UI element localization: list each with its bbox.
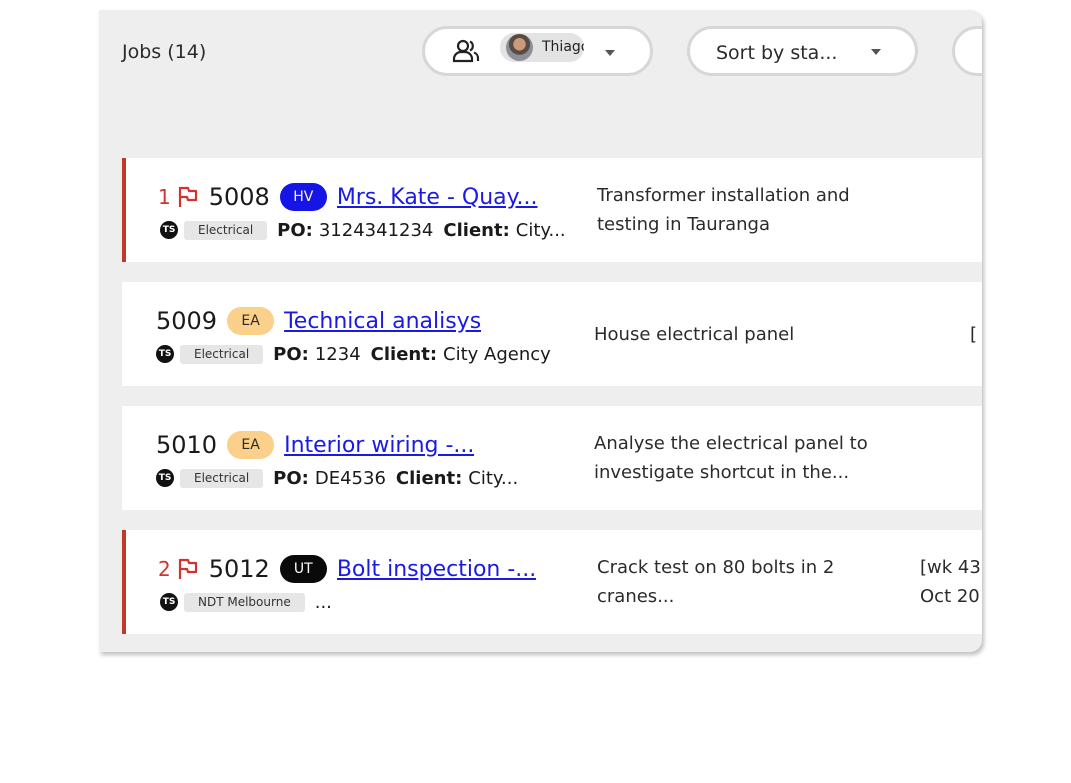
job-description: Analyse the electrical panel to investig… bbox=[594, 429, 868, 487]
job-title-link[interactable]: Interior wiring -... bbox=[284, 433, 474, 458]
description-line: testing in Tauranga bbox=[597, 214, 771, 235]
job-row[interactable]: 1 5008 HV Mrs. Kate - Quay... TS Electri… bbox=[122, 158, 982, 262]
description-line: Transformer installation and bbox=[597, 185, 850, 206]
extra-filter[interactable] bbox=[952, 26, 982, 76]
assignee-chip[interactable]: Thiago bbox=[500, 33, 584, 62]
chevron-down-icon bbox=[871, 49, 881, 55]
job-number: 5009 bbox=[156, 307, 218, 335]
client-value: City... bbox=[468, 467, 519, 489]
po-value: 1234 bbox=[314, 343, 361, 365]
description-line: investigate shortcut in the... bbox=[594, 462, 850, 483]
chevron-down-icon bbox=[605, 50, 615, 56]
client-value: City Agency bbox=[443, 343, 551, 365]
job-description: Crack test on 80 bolts in 2 cranes... bbox=[597, 553, 834, 611]
assignee-avatar: TS bbox=[160, 221, 178, 239]
assignee-avatar: TS bbox=[156, 345, 174, 363]
more-ellipsis: ... bbox=[314, 591, 332, 613]
users-icon bbox=[452, 39, 480, 63]
sort-label: Sort by sta... bbox=[716, 42, 838, 64]
category-tag: Electrical bbox=[184, 220, 268, 240]
date-line: Oct 20 bbox=[920, 586, 980, 607]
sort-dropdown[interactable]: Sort by sta... bbox=[687, 26, 918, 76]
job-type-badge: UT bbox=[279, 555, 327, 583]
assignee-avatar: TS bbox=[160, 593, 178, 611]
job-date: [wk 43 Oct 20 bbox=[920, 553, 981, 611]
job-description: Transformer installation and testing in … bbox=[597, 181, 850, 239]
job-number: 5012 bbox=[208, 555, 270, 583]
category-tag: Electrical bbox=[180, 344, 264, 364]
job-date: [ bbox=[970, 324, 978, 345]
client-value: City... bbox=[515, 219, 566, 241]
category-tag: Electrical bbox=[180, 468, 264, 488]
job-title-link[interactable]: Bolt inspection -... bbox=[337, 557, 536, 582]
assignee-avatar: TS bbox=[156, 469, 174, 487]
job-type-badge: HV bbox=[279, 183, 327, 211]
description-line: Analyse the electrical panel to bbox=[594, 433, 868, 454]
flag-icon bbox=[178, 558, 197, 579]
job-row[interactable]: 5010 EA Interior wiring -... TS Electric… bbox=[122, 406, 982, 510]
job-type-badge: EA bbox=[227, 431, 275, 459]
job-type-badge: EA bbox=[227, 307, 275, 335]
description-line: House electrical panel bbox=[594, 324, 795, 345]
date-line: [wk 43 bbox=[920, 557, 981, 578]
job-number: 5008 bbox=[208, 183, 270, 211]
client-label: Client: bbox=[395, 467, 463, 489]
assignee-filter[interactable]: Thiago bbox=[422, 26, 653, 76]
job-title-link[interactable]: Mrs. Kate - Quay... bbox=[337, 185, 538, 210]
assignee-chip-name: Thiago bbox=[542, 39, 584, 55]
description-line: cranes... bbox=[597, 586, 675, 607]
category-tag: NDT Melbourne bbox=[184, 592, 305, 612]
po-value: DE4536 bbox=[314, 467, 386, 489]
job-title-link[interactable]: Technical analisys bbox=[284, 309, 481, 334]
jobs-panel: Jobs (14) Thiago Sort by sta... 1 5008 H… bbox=[99, 10, 982, 652]
client-label: Client: bbox=[443, 219, 510, 241]
job-row[interactable]: 2 5012 UT Bolt inspection -... TS NDT Me… bbox=[122, 530, 982, 634]
po-label: PO: bbox=[277, 219, 313, 241]
job-description: House electrical panel bbox=[594, 320, 794, 349]
avatar bbox=[506, 34, 533, 61]
job-number: 5010 bbox=[156, 431, 218, 459]
description-line: Crack test on 80 bolts in 2 bbox=[597, 557, 835, 578]
po-label: PO: bbox=[273, 343, 309, 365]
po-value: 3124341234 bbox=[318, 219, 434, 241]
flag-icon bbox=[178, 186, 197, 207]
job-row[interactable]: 5009 EA Technical analisys TS Electrical… bbox=[122, 282, 982, 386]
jobs-count-title: Jobs (14) bbox=[122, 41, 207, 63]
priority-number: 2 bbox=[158, 557, 171, 581]
po-label: PO: bbox=[273, 467, 309, 489]
client-label: Client: bbox=[370, 343, 438, 365]
priority-number: 1 bbox=[158, 185, 171, 209]
